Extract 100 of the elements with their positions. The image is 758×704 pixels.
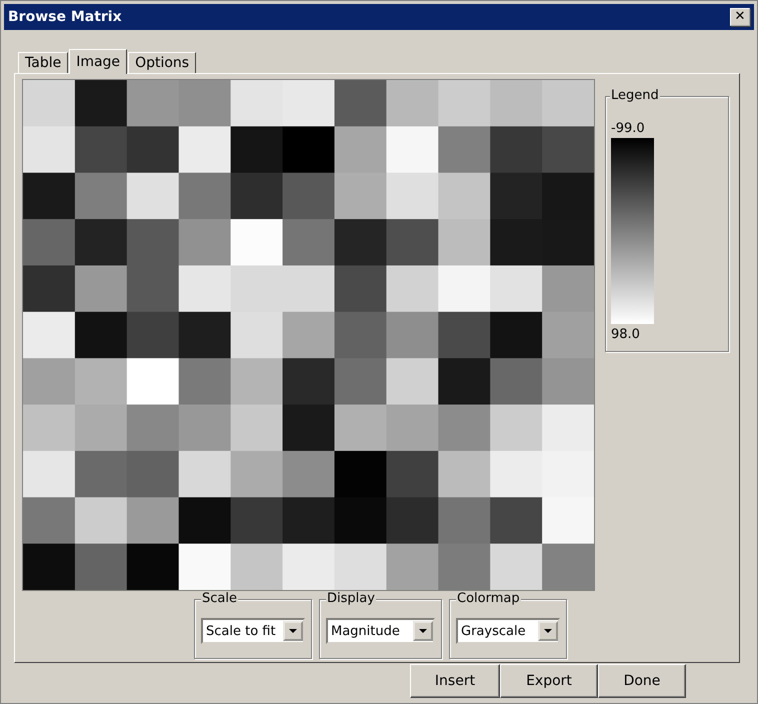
heatmap-cell	[178, 312, 232, 359]
heatmap-cell	[282, 126, 336, 174]
heatmap-cell	[23, 265, 76, 312]
heatmap-cell	[386, 404, 439, 452]
heatmap-cell	[74, 219, 128, 266]
heatmap-cell	[438, 80, 491, 127]
heatmap-cell	[490, 265, 543, 312]
heatmap-cell	[386, 219, 439, 266]
heatmap-cell	[386, 312, 439, 359]
heatmap-cell	[334, 312, 387, 359]
heatmap-cell	[490, 126, 543, 174]
heatmap-cell	[126, 172, 180, 220]
heatmap-cell	[74, 265, 128, 312]
heatmap-cell	[490, 404, 543, 452]
heatmap-cell	[386, 450, 439, 498]
heatmap-cell	[230, 450, 284, 498]
heatmap-cell	[230, 358, 284, 406]
dropdown[interactable]: Magnitude	[326, 618, 435, 644]
group-label: Colormap	[456, 591, 521, 606]
heatmap-cell	[490, 219, 543, 266]
dropdown[interactable]: Grayscale	[456, 618, 560, 644]
heatmap-cell	[23, 450, 76, 498]
tab[interactable]: Table	[18, 52, 68, 73]
heatmap-cell	[23, 80, 76, 127]
heatmap-cell	[438, 358, 491, 406]
heatmap-cell	[282, 265, 336, 312]
heatmap-cell	[282, 497, 336, 544]
heatmap-cell	[386, 80, 439, 127]
heatmap-cell	[178, 126, 232, 174]
heatmap-cell	[438, 172, 491, 220]
heatmap-cell	[334, 80, 387, 127]
heatmap-cell	[334, 497, 387, 544]
heatmap-cell	[126, 497, 180, 544]
heatmap-cell	[386, 544, 439, 591]
heatmap-cell	[126, 126, 180, 174]
tab[interactable]: Image	[69, 49, 128, 74]
heatmap-cell	[74, 126, 128, 174]
heatmap-cell	[74, 497, 128, 544]
heatmap-cell	[334, 126, 387, 174]
heatmap-cell	[542, 497, 595, 544]
close-button[interactable]: ✕	[730, 8, 750, 26]
heatmap-cell	[74, 450, 128, 498]
dialog-button[interactable]: Done	[598, 664, 686, 698]
heatmap-cell	[490, 80, 543, 127]
heatmap-cell	[230, 219, 284, 266]
window-title: Browse Matrix	[8, 9, 122, 25]
heatmap-cell	[438, 265, 491, 312]
heatmap-cell	[23, 172, 76, 220]
heatmap-cell	[490, 172, 543, 220]
heatmap-cell	[438, 312, 491, 359]
heatmap-cell	[334, 219, 387, 266]
heatmap-cell	[282, 312, 336, 359]
dialog-button[interactable]: Insert	[410, 664, 500, 698]
dropdown-arrow-icon	[419, 629, 427, 633]
heatmap-cell	[438, 497, 491, 544]
heatmap-cell	[126, 219, 180, 266]
heatmap-cell	[126, 450, 180, 498]
heatmap-cell	[490, 312, 543, 359]
heatmap-cell	[74, 358, 128, 406]
heatmap-cell	[542, 265, 595, 312]
heatmap-cell	[490, 497, 543, 544]
heatmap-cell	[282, 358, 336, 406]
heatmap-cell	[230, 312, 284, 359]
heatmap-cell	[126, 544, 180, 591]
heatmap-cell	[74, 312, 128, 359]
heatmap-cell	[178, 219, 232, 266]
heatmap-cell	[230, 172, 284, 220]
heatmap-cell	[126, 404, 180, 452]
heatmap-cell	[542, 172, 595, 220]
heatmap-cell	[23, 404, 76, 452]
heatmap-cell	[282, 404, 336, 452]
dropdown[interactable]: Scale to fit	[201, 618, 305, 644]
heatmap-cell	[126, 80, 180, 127]
heatmap-cell	[74, 544, 128, 591]
heatmap-cell	[334, 172, 387, 220]
heatmap-cell	[74, 80, 128, 127]
heatmap-cell	[542, 358, 595, 406]
heatmap-cell	[230, 265, 284, 312]
heatmap-cell	[542, 126, 595, 174]
heatmap-cell	[126, 358, 180, 406]
tab[interactable]: Options	[128, 52, 196, 73]
heatmap-cell	[178, 80, 232, 127]
heatmap-cell	[74, 172, 128, 220]
dialog-button[interactable]: Export	[500, 664, 598, 698]
heatmap-cell	[542, 404, 595, 452]
heatmap-cell	[282, 80, 336, 127]
heatmap-cell	[334, 265, 387, 312]
heatmap-cell	[230, 497, 284, 544]
heatmap-cell	[74, 404, 128, 452]
heatmap-cell	[126, 265, 180, 312]
heatmap-cell	[178, 265, 232, 312]
heatmap-cell	[542, 80, 595, 127]
heatmap-cell	[178, 450, 232, 498]
heatmap-cell	[490, 544, 543, 591]
heatmap-cell	[178, 358, 232, 406]
heatmap-cell	[334, 404, 387, 452]
heatmap-cell	[542, 450, 595, 498]
heatmap-cell	[178, 404, 232, 452]
heatmap-cell	[438, 219, 491, 266]
heatmap-cell	[334, 358, 387, 406]
